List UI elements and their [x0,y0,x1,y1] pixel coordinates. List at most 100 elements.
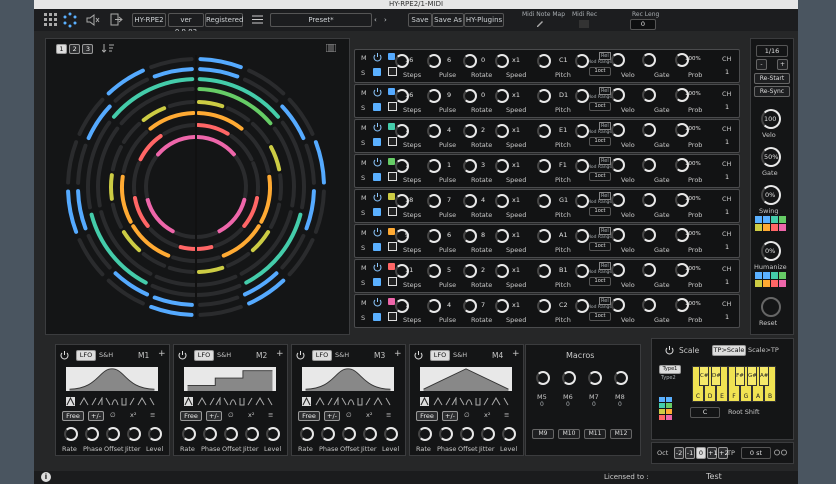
track-knob[interactable] [463,159,477,173]
tp-settings-icon[interactable] [774,449,788,456]
track-knob[interactable] [495,299,509,313]
free-button[interactable]: Free [298,411,320,421]
track-knob[interactable] [427,89,441,103]
power-icon[interactable] [373,228,382,237]
track-knob[interactable] [463,124,477,138]
step-segment[interactable] [167,100,196,109]
division-selector[interactable]: 1/16 [756,45,788,57]
rotate-value[interactable]: 0 [481,56,485,64]
step-segment[interactable] [152,295,194,307]
range-selector[interactable]: 1oct [589,102,611,111]
pulse-value[interactable]: 5 [447,266,451,274]
speed-value[interactable]: x1 [512,126,520,134]
scale-power-icon[interactable] [665,346,674,355]
quantize-button[interactable]: ≡ [504,411,509,419]
track-knob[interactable] [537,54,551,68]
track-knob[interactable] [642,88,656,102]
lfo-rate-knob[interactable] [182,427,196,441]
range-selector[interactable]: 1oct [589,67,611,76]
exponent-button[interactable]: x² [248,411,254,419]
bipolar-button[interactable]: +/- [88,411,104,421]
range-selector[interactable]: 1oct [589,242,611,251]
lfo-jitter-knob[interactable] [481,427,495,441]
quantize-button[interactable]: ≡ [150,411,155,419]
speed-value[interactable]: x1 [512,196,520,204]
track-knob[interactable] [611,53,625,67]
track-knob[interactable] [427,194,441,208]
dice-icon[interactable] [373,313,381,321]
track-knob[interactable] [575,89,589,103]
track-knob[interactable] [427,54,441,68]
lfo-level-knob[interactable] [384,427,398,441]
track-knob[interactable] [642,53,656,67]
track-color-swatch[interactable] [388,193,395,200]
macro-button[interactable]: M11 [584,429,606,439]
lfo-power-icon[interactable] [178,351,187,360]
resync-button[interactable]: Re-Sync [754,86,790,97]
rel-button[interactable]: Rel [599,87,611,95]
bipolar-button[interactable]: +/- [442,411,458,421]
macro-button[interactable]: M12 [610,429,632,439]
step-segment[interactable] [313,189,326,234]
mute-button[interactable]: M [361,159,367,167]
step-segment[interactable] [145,197,175,234]
track-knob[interactable] [642,193,656,207]
step-segment[interactable] [149,304,194,317]
macro-knob[interactable] [614,371,628,385]
track-knob[interactable] [537,159,551,173]
rel-button[interactable]: Rel [599,192,611,200]
step-segment[interactable] [132,161,141,196]
step-segment[interactable] [304,189,316,231]
step-segment[interactable] [152,67,194,79]
track-color-swatch[interactable] [388,123,395,130]
root-selector[interactable]: C [690,407,720,418]
step-segment[interactable] [120,174,133,224]
export-icon[interactable] [110,13,123,26]
track-knob[interactable] [611,193,625,207]
randomize-icon[interactable] [388,67,397,76]
circular-sequencer[interactable] [56,44,336,329]
track-knob[interactable] [675,158,689,172]
track-knob[interactable] [395,54,409,68]
lfo-power-icon[interactable] [60,351,69,360]
step-segment[interactable] [66,189,79,234]
step-segment[interactable] [110,145,123,172]
lfo-mode-button[interactable]: LFO [76,350,96,361]
add-modulation-icon[interactable]: + [512,349,520,359]
track-knob[interactable] [495,264,509,278]
rel-button[interactable]: Rel [599,227,611,235]
track-knob[interactable] [575,229,589,243]
lfo-mode-button[interactable]: LFO [312,350,332,361]
track-knob[interactable] [537,299,551,313]
bipolar-button[interactable]: +/- [324,411,340,421]
track-knob[interactable] [675,193,689,207]
step-segment[interactable] [242,195,260,228]
lfo-offset-knob[interactable] [342,427,356,441]
track-knob[interactable] [495,124,509,138]
step-segment[interactable] [141,251,167,268]
track-knob[interactable] [395,89,409,103]
pitch-value[interactable]: E1 [559,126,567,134]
track-knob[interactable] [495,89,509,103]
track-color-swatch[interactable] [388,228,395,235]
track-knob[interactable] [427,159,441,173]
speed-value[interactable]: x1 [512,161,520,169]
track-knob[interactable] [675,88,689,102]
rec-leng-field[interactable]: 0 [630,19,656,30]
dice-icon[interactable] [373,138,381,146]
division-down-button[interactable]: - [756,59,767,70]
step-segment[interactable] [259,174,272,224]
step-segment[interactable] [197,87,273,126]
solo-button[interactable]: S [361,314,365,322]
mute-button[interactable]: M [361,299,367,307]
bipolar-button[interactable]: +/- [206,411,222,421]
track-knob[interactable] [675,263,689,277]
step-segment[interactable] [313,140,326,185]
step-segment[interactable] [109,173,114,201]
track-knob[interactable] [642,158,656,172]
step-segment[interactable] [195,135,236,157]
lfo-jitter-knob[interactable] [245,427,259,441]
dice-icon[interactable] [373,243,381,251]
lfo-phase-knob[interactable] [439,427,453,441]
lfo-mode-button[interactable]: LFO [194,350,214,361]
